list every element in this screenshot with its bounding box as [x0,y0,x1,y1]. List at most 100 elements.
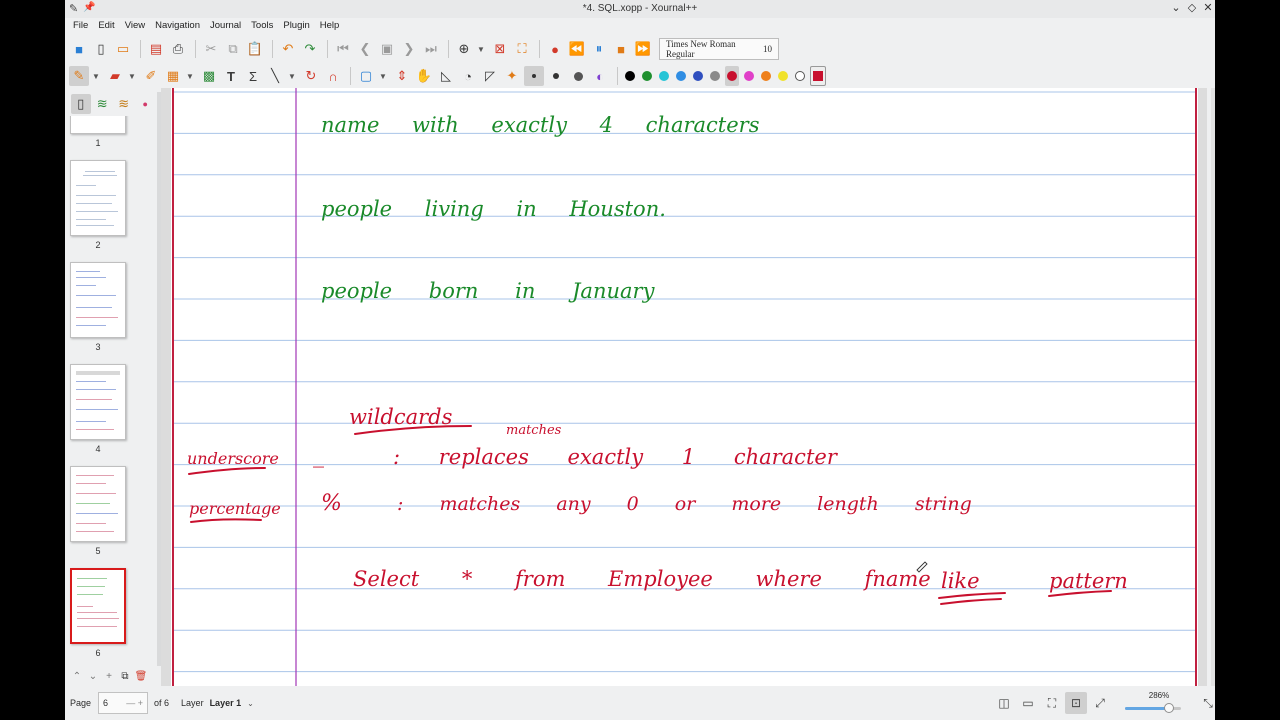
pen-dropdown-icon[interactable]: ▼ [91,66,101,86]
color-swatch[interactable] [708,66,722,86]
rewind-icon[interactable]: ⏪ [567,39,587,59]
latex-icon[interactable]: Σ [243,66,263,86]
close-icon[interactable]: ✕ [1201,1,1215,14]
default-tool-icon[interactable]: ✦ [502,66,522,86]
thumbnail-page-3[interactable] [70,262,126,338]
restore-icon[interactable]: ◇ [1185,1,1199,14]
select-dropdown-icon[interactable]: ▼ [378,66,388,86]
line-icon[interactable]: ╲ [265,66,285,86]
menu-plugin[interactable]: Plugin [278,18,314,34]
thumbnail-page-4[interactable] [70,364,126,440]
canvas-area[interactable]: name with exactly 4 characters people li… [161,88,1207,686]
menu-help[interactable]: Help [315,18,345,34]
menu-file[interactable]: File [68,18,93,34]
thumbnail-page-6[interactable] [70,568,126,644]
menu-view[interactable]: View [120,18,150,34]
vertical-space-icon[interactable]: ⇕ [392,66,412,86]
color-swatch[interactable] [776,66,790,86]
goto-page-icon[interactable]: ▣ [377,39,397,59]
undo-icon[interactable]: ↶ [278,39,298,59]
menu-edit[interactable]: Edit [93,18,119,34]
text-tool-icon[interactable]: T [221,66,241,86]
last-page-icon[interactable]: ⏭ [421,39,441,59]
setsquare-icon[interactable]: ◺ [436,66,456,86]
layer-preview-icon[interactable]: ≋ [93,94,113,114]
thumbnail-page-5[interactable] [70,466,126,542]
color-swatch[interactable] [725,66,739,86]
font-selector[interactable]: Times New Roman Regular 10 [659,38,779,60]
delete-page-icon[interactable]: ⊠ [490,39,510,59]
compass-icon[interactable]: ◔ [458,66,478,86]
eraser-icon[interactable]: ▰ [105,66,125,86]
next-page-icon[interactable]: ❯ [399,39,419,59]
thumbnail-page-1[interactable] [70,116,126,134]
insert-page-dropdown-icon[interactable]: ▼ [476,39,486,59]
zoom-slider-handle[interactable] [1163,703,1174,713]
fast-forward-icon[interactable]: ⏩ [633,39,653,59]
eraser-dropdown-icon[interactable]: ▼ [127,66,137,86]
color-swatch[interactable] [793,66,807,86]
color-swatch[interactable] [657,66,671,86]
menu-tools[interactable]: Tools [246,18,278,34]
menu-navigation[interactable]: Navigation [150,18,205,34]
thumbnail-page-2[interactable] [70,160,126,236]
fine-thickness-icon[interactable] [524,66,544,86]
color-swatch[interactable] [742,66,756,86]
zoom-selection-icon[interactable]: ⤢ [1089,692,1111,714]
layer-selector[interactable]: Layer 1 [210,698,242,708]
color-swatch[interactable] [691,66,705,86]
medium-thickness-icon[interactable] [546,66,566,86]
save-icon[interactable]: ■ [69,39,89,59]
custom-color-button[interactable] [810,66,826,86]
menu-journal[interactable]: Journal [205,18,246,34]
color-swatch[interactable] [674,66,688,86]
paste-icon[interactable]: 📋 [245,39,265,59]
shapes-dropdown-icon[interactable]: ▼ [287,66,297,86]
text-highlight-icon[interactable]: ▦ [163,66,183,86]
minimize-icon[interactable]: ⌄ [1169,1,1183,14]
copy-page-icon[interactable]: ⧉ [117,671,133,682]
audio-playback-icon[interactable]: ◸ [480,66,500,86]
zoom-to-page-icon[interactable]: ⊡ [1065,692,1087,714]
redo-icon[interactable]: ↷ [300,39,320,59]
pause-icon[interactable]: ⏸ [589,39,609,59]
layer-stack-icon[interactable]: ≋ [114,94,134,114]
first-page-icon[interactable]: ⏮ [333,39,353,59]
page-number-input[interactable]: 6 — + [98,692,149,714]
thick-thickness-icon[interactable] [568,66,588,86]
page-stepper-icon[interactable]: — + [126,698,143,708]
cut-icon[interactable]: ✂ [201,39,221,59]
highlighter-icon[interactable]: ✐ [141,66,161,86]
color-swatch[interactable] [640,66,654,86]
ruled-page-canvas[interactable]: name with exactly 4 characters people li… [171,88,1198,686]
dual-page-icon[interactable]: ◫ [993,692,1015,714]
record-icon[interactable]: ● [545,39,565,59]
delete-page-icon[interactable]: 🗑 [133,671,149,682]
insert-page-icon[interactable]: + [101,671,117,682]
shape-recognizer-icon[interactable]: ↻ [301,66,321,86]
export-pdf-icon[interactable]: ▤ [146,39,166,59]
insert-page-icon[interactable]: ⊕ [454,39,474,59]
highlighter-dropdown-icon[interactable]: ▼ [185,66,195,86]
fill-icon[interactable]: ◐ [590,66,610,86]
color-swatch[interactable] [623,66,637,86]
pen-icon[interactable]: ✎ [69,66,89,86]
fullscreen-icon[interactable]: ⛶ [512,39,532,59]
sidebar-close-icon[interactable]: ● [136,94,156,114]
canvas-vertical-scrollbar[interactable] [1211,88,1215,686]
journal-page[interactable]: name with exactly 4 characters people li… [171,88,1198,686]
layer-dropdown-icon[interactable]: ⌄ [247,699,254,708]
fullscreen-toggle-icon[interactable]: ⤡ [1197,692,1215,714]
color-swatch[interactable] [759,66,773,86]
magnet-icon[interactable]: ∩ [323,66,343,86]
move-page-down-icon[interactable]: ⌄ [85,671,101,682]
hand-icon[interactable]: ✋ [414,66,434,86]
select-rectangle-icon[interactable]: ▢ [356,66,376,86]
print-icon[interactable]: ⎙ [168,39,188,59]
copy-icon[interactable]: ⧉ [223,39,243,59]
move-page-up-icon[interactable]: ⌃ [69,671,85,682]
zoom-fit-icon[interactable]: ⛶ [1041,692,1063,714]
open-folder-icon[interactable]: ▭ [113,39,133,59]
image-icon[interactable]: ▩ [199,66,219,86]
stop-icon[interactable]: ■ [611,39,631,59]
